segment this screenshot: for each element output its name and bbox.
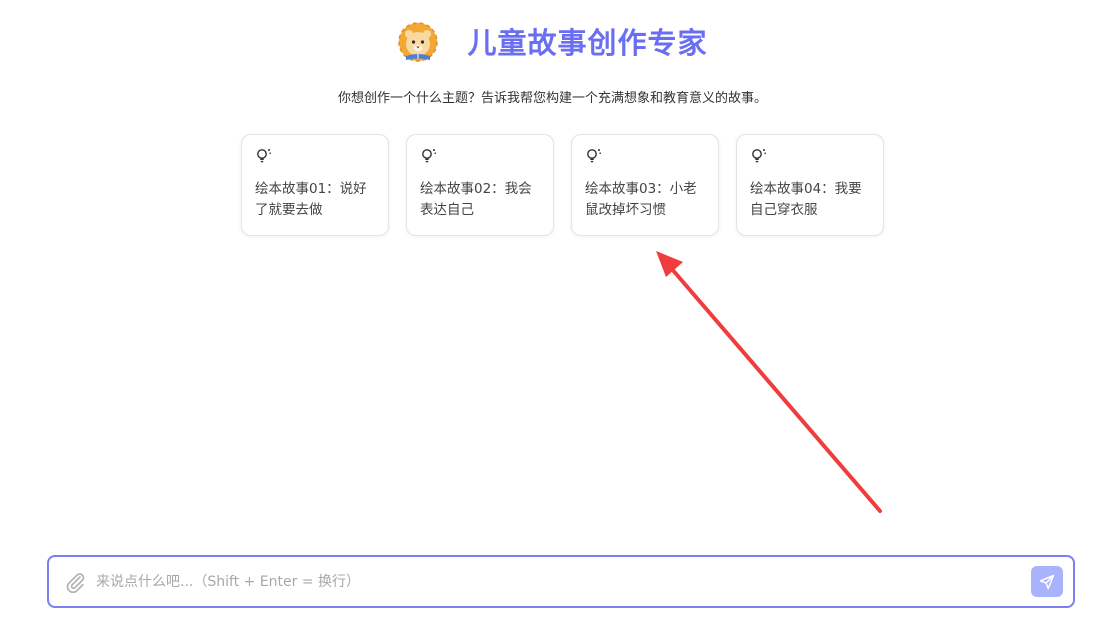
- app-page: 儿童故事创作专家 你想创作一个什么主题？告诉我帮您构建一个充满想象和教育意义的故…: [0, 0, 1105, 617]
- send-icon: [1039, 574, 1055, 589]
- suggestion-label: 绘本故事03：小老鼠改掉坏习惯: [585, 181, 697, 218]
- lightbulb-icon: [257, 149, 271, 163]
- suggestion-cards: 绘本故事01：说好了就要去做 绘本故事02：我会表达自己 绘本故事03：小老鼠改…: [241, 134, 884, 236]
- lion-book-icon: [398, 22, 439, 62]
- lightbulb-icon: [752, 149, 766, 163]
- page-subtitle: 你想创作一个什么主题？告诉我帮您构建一个充满想象和教育意义的故事。: [337, 91, 767, 106]
- suggestion-card[interactable]: 绘本故事02：我会表达自己: [406, 134, 554, 236]
- paperclip-icon[interactable]: [64, 571, 86, 593]
- suggestion-label: 绘本故事04：我要自己穿衣服: [750, 181, 862, 218]
- suggestion-label: 绘本故事01：说好了就要去做: [255, 181, 367, 218]
- suggestion-card[interactable]: 绘本故事01：说好了就要去做: [241, 134, 389, 236]
- suggestion-card[interactable]: 绘本故事03：小老鼠改掉坏习惯: [571, 134, 719, 236]
- chat-input-bar: [47, 555, 1075, 608]
- lightbulb-icon: [587, 149, 601, 163]
- lightbulb-icon: [422, 149, 436, 163]
- suggestion-card[interactable]: 绘本故事04：我要自己穿衣服: [736, 134, 884, 236]
- page-title: 儿童故事创作专家: [467, 25, 708, 60]
- chat-input[interactable]: [96, 566, 1031, 597]
- send-button[interactable]: [1031, 566, 1063, 597]
- suggestion-label: 绘本故事02：我会表达自己: [420, 181, 532, 218]
- header: 儿童故事创作专家: [0, 18, 1105, 68]
